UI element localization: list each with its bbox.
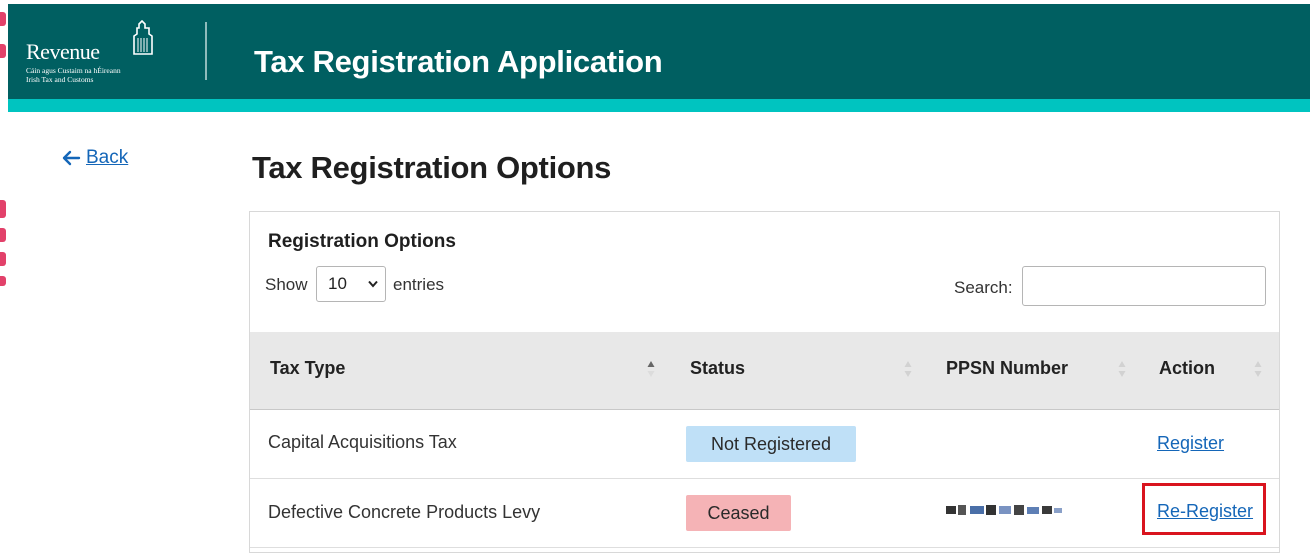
registration-options-card: Registration Options Show 10 entries Sea… [249,211,1280,553]
edge-mark [0,44,6,58]
sort-both-icon[interactable] [1118,360,1126,378]
column-header-action[interactable]: Action [1159,358,1215,379]
status-badge: Not Registered [686,426,856,462]
table-row: Capital Acquisitions Tax Not Registered … [250,410,1279,479]
search-input[interactable] [1022,266,1266,306]
header-stripe [8,99,1310,112]
chevron-down-icon [368,280,378,288]
highlight-box [1142,483,1266,535]
card-title: Registration Options [268,231,456,252]
tax-type-cell: Capital Acquisitions Tax [268,432,457,452]
revenue-logo[interactable]: Revenue Cáin agus Custaim na hÉireann Ir… [26,14,176,84]
register-link[interactable]: Register [1157,433,1224,454]
edge-mark [0,200,6,218]
back-label: Back [86,147,129,168]
logo-subtitle-english: Irish Tax and Customs [26,75,94,84]
redacted-ppsn [946,505,1062,515]
app-header: Revenue Cáin agus Custaim na hÉireann Ir… [8,4,1310,99]
column-header-ppsn-number[interactable]: PPSN Number [946,358,1068,379]
arrow-left-icon [62,150,81,166]
sort-asc-icon[interactable] [647,360,655,378]
edge-mark [0,12,6,26]
column-header-status[interactable]: Status [690,358,745,379]
sort-both-icon[interactable] [1254,360,1262,378]
status-badge: Ceased [686,495,791,531]
entries-label: entries [393,275,445,294]
show-label: Show [265,275,308,294]
table-header: Tax Type Status PPSN Number Action [250,332,1279,411]
entries-select-value: 10 [328,274,347,293]
edge-mark [0,228,6,242]
table-row: Defective Concrete Products Levy Ceased … [250,479,1279,548]
tax-type-cell: Defective Concrete Products Levy [268,502,541,522]
edge-mark [0,276,6,286]
sort-both-icon[interactable] [904,360,912,378]
logo-name: Revenue [26,39,100,64]
header-divider [205,22,207,80]
edge-mark [0,252,6,266]
entries-select[interactable]: 10 [316,266,386,302]
back-link[interactable]: Back [62,147,128,169]
column-header-tax-type[interactable]: Tax Type [270,358,345,379]
harp-icon [133,20,153,55]
page-title: Tax Registration Options [252,150,612,185]
app-title: Tax Registration Application [254,44,663,79]
logo-subtitle-irish: Cáin agus Custaim na hÉireann [26,66,121,75]
search-label: Search: [954,278,1013,297]
